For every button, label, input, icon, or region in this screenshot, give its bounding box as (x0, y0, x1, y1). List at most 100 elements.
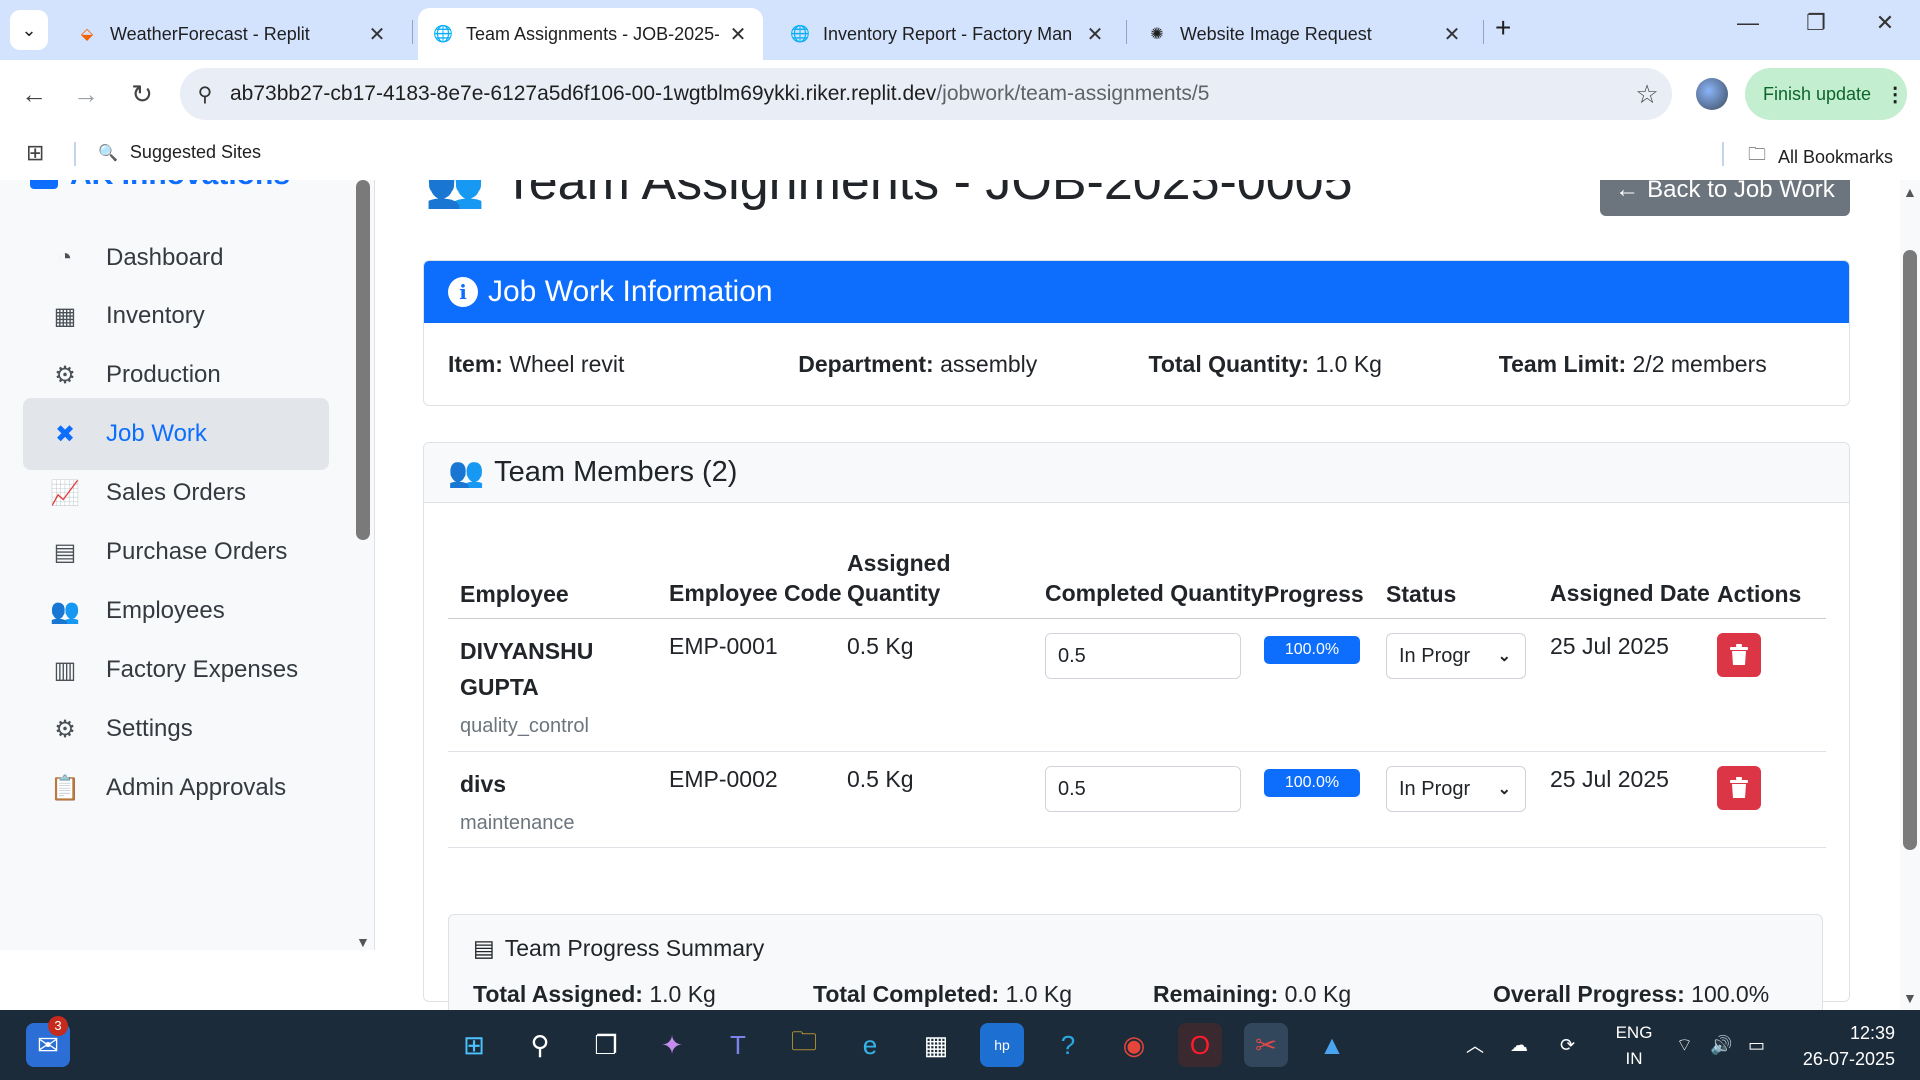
language-indicator[interactable]: ENG IN (1610, 1020, 1658, 1072)
users-icon: 👥 (425, 180, 485, 210)
clock-date: 26-07-2025 (1802, 1049, 1895, 1069)
opera-icon[interactable]: O (1178, 1023, 1222, 1067)
team-members-header: 👥 Team Members (2) (424, 443, 1849, 503)
completed-quantity-input[interactable] (1046, 767, 1240, 811)
back-to-job-work-button[interactable]: ← Back to Job Work (1600, 180, 1850, 216)
sidebar-scrollbar[interactable]: ▼ (355, 180, 375, 950)
wifi-icon[interactable]: ⌔ (1676, 1010, 1693, 1080)
progress-label: 100.0% (1284, 641, 1340, 658)
sidebar-item-label: Sales Orders (106, 479, 247, 506)
table-header: Employee Employee Code Assigned Quantity… (448, 543, 1826, 619)
close-icon[interactable]: ✕ (1441, 22, 1463, 47)
tab-divider (1126, 20, 1127, 44)
sidebar-item-label: Inventory (106, 302, 205, 329)
employee-department: maintenance (460, 812, 575, 834)
chrome-icon[interactable]: ◉ (1112, 1023, 1156, 1067)
snipping-tool-icon[interactable]: ✂ (1244, 1023, 1288, 1067)
sync-icon[interactable]: ⟳ (1560, 1010, 1575, 1080)
delete-button[interactable] (1717, 633, 1761, 677)
system-clock[interactable]: 12:39 26-07-2025 (1795, 1020, 1895, 1072)
assigned-date: 25 Jul 2025 (1550, 633, 1669, 659)
page-scrollbar[interactable]: ▲ ▼ (1900, 180, 1920, 1010)
site-info-icon[interactable]: ⚲ (180, 82, 230, 107)
windows-start-icon[interactable]: ⊞ (452, 1023, 496, 1067)
onedrive-icon[interactable]: ☁ (1510, 1010, 1528, 1080)
tab-team-assignments[interactable]: 🌐 Team Assignments - JOB-2025-0 ✕ (418, 8, 763, 60)
col-employee: Employee (460, 581, 569, 607)
tray-overflow-icon[interactable]: ︿ (1466, 1010, 1484, 1080)
battery-icon[interactable]: ▭ (1748, 1010, 1765, 1080)
url-text[interactable]: ab73bb27-cb17-4183-8e7e-6127a5d6f106-00-… (230, 82, 1622, 106)
trash-icon (1730, 777, 1748, 798)
close-icon[interactable]: ✕ (1084, 22, 1106, 47)
bookmark-star-icon[interactable]: ☆ (1622, 79, 1672, 110)
tab-divider (1483, 20, 1484, 44)
restore-icon[interactable]: ❐ (1796, 10, 1836, 36)
sidebar-item-admin-approvals[interactable]: 📋 Admin Approvals (23, 752, 329, 824)
scroll-up-icon[interactable]: ▲ (1903, 184, 1917, 200)
myhp-icon[interactable]: hp (980, 1023, 1024, 1067)
info-value: assembly (940, 351, 1038, 377)
scrollbar-thumb[interactable] (356, 180, 370, 540)
scroll-down-icon[interactable]: ▼ (1903, 990, 1917, 1006)
summary-value: 1.0 Kg (649, 981, 716, 1007)
globe-icon: 🌐 (433, 26, 453, 43)
delete-button[interactable] (1717, 766, 1761, 810)
sidebar-item-label: Job Work (106, 420, 207, 447)
back-arrow-icon[interactable]: ← (16, 76, 52, 112)
photos-icon[interactable]: ▲ (1310, 1023, 1354, 1067)
copilot-icon[interactable]: ✦ (650, 1023, 694, 1067)
progress-cell: 100.0% (1264, 633, 1386, 751)
reload-icon[interactable]: ↻ (124, 76, 160, 112)
chevron-down-icon: ⌄ (1497, 648, 1511, 665)
close-icon[interactable]: ✕ (727, 22, 749, 47)
chart-line-icon: 📈 (50, 479, 80, 507)
close-window-icon[interactable]: ✕ (1865, 10, 1905, 36)
minimize-icon[interactable]: — (1728, 10, 1768, 36)
scrollbar-thumb[interactable] (1903, 250, 1917, 850)
address-bar[interactable]: ⚲ ab73bb27-cb17-4183-8e7e-6127a5d6f106-0… (180, 68, 1672, 120)
info-value: Wheel revit (509, 351, 625, 377)
store-icon[interactable]: ▦ (914, 1023, 958, 1067)
apps-grid-icon[interactable]: ⊞ (26, 140, 44, 166)
main-content: 👥 Team Assignments - JOB-2025-0005 ← Bac… (375, 180, 1900, 1010)
tab-website-image[interactable]: ✺ Website Image Request ✕ (1132, 8, 1477, 60)
tab-title: WeatherForecast - Replit (110, 23, 310, 44)
clipboard-icon: 📋 (50, 774, 80, 802)
forward-arrow-icon[interactable]: → (68, 76, 104, 112)
summary-total-assigned: Total Assigned: 1.0 Kg (473, 981, 813, 1008)
status-select[interactable]: In Progr ⌄ (1386, 766, 1526, 812)
tab-weather[interactable]: ⬙ WeatherForecast - Replit ✕ (62, 8, 402, 60)
task-view-icon[interactable]: ❐ (584, 1023, 628, 1067)
search-icon[interactable]: ⚲ (518, 1023, 562, 1067)
teams-icon[interactable]: T (716, 1023, 760, 1067)
brand[interactable]: AK Innovations (30, 180, 290, 192)
status-cell: In Progr ⌄ (1386, 633, 1550, 751)
status-value: In Progr (1399, 644, 1471, 667)
more-menu-icon[interactable]: ⋮ (1885, 82, 1905, 107)
volume-icon[interactable]: 🔊 (1710, 1010, 1732, 1080)
tab-inventory-report[interactable]: 🌐 Inventory Report - Factory Man ✕ (775, 8, 1120, 60)
table-body: DIVYANSHU GUPTA quality_control EMP-0001 0.… (448, 619, 1826, 848)
status-value: In Progr (1399, 777, 1471, 800)
employee-name: DIVYANSHU GUPTA (460, 638, 594, 700)
finish-update-button[interactable]: Finish update ⋮ (1745, 68, 1907, 120)
summary-label: Total Completed: (813, 981, 1000, 1007)
edge-icon[interactable]: e (848, 1023, 892, 1067)
new-tab-icon[interactable]: + (1495, 12, 1511, 44)
close-icon[interactable]: ✕ (366, 22, 388, 47)
info-team-limit: Team Limit: 2/2 members (1499, 351, 1849, 378)
bookmark-suggested-sites[interactable]: 🔍 Suggested Sites (98, 142, 261, 163)
info-total-quantity: Total Quantity: 1.0 Kg (1149, 351, 1499, 378)
file-explorer-icon[interactable]: 🗀 (782, 1023, 826, 1067)
status-select[interactable]: In Progr ⌄ (1386, 633, 1526, 679)
profile-avatar[interactable] (1696, 78, 1728, 110)
scroll-down-icon[interactable]: ▼ (356, 934, 370, 950)
folder-icon: 🗀 (1748, 144, 1766, 164)
all-bookmarks-button[interactable]: 🗀 All Bookmarks (1748, 142, 1893, 172)
chevron-down-icon: ⌄ (1497, 781, 1511, 798)
completed-quantity-input[interactable] (1046, 634, 1240, 678)
help-icon[interactable]: ? (1046, 1023, 1090, 1067)
tab-search-button[interactable]: ⌄ (10, 10, 48, 50)
tab-strip: ⌄ ⬙ WeatherForecast - Replit ✕ 🌐 Team As… (0, 0, 1920, 60)
